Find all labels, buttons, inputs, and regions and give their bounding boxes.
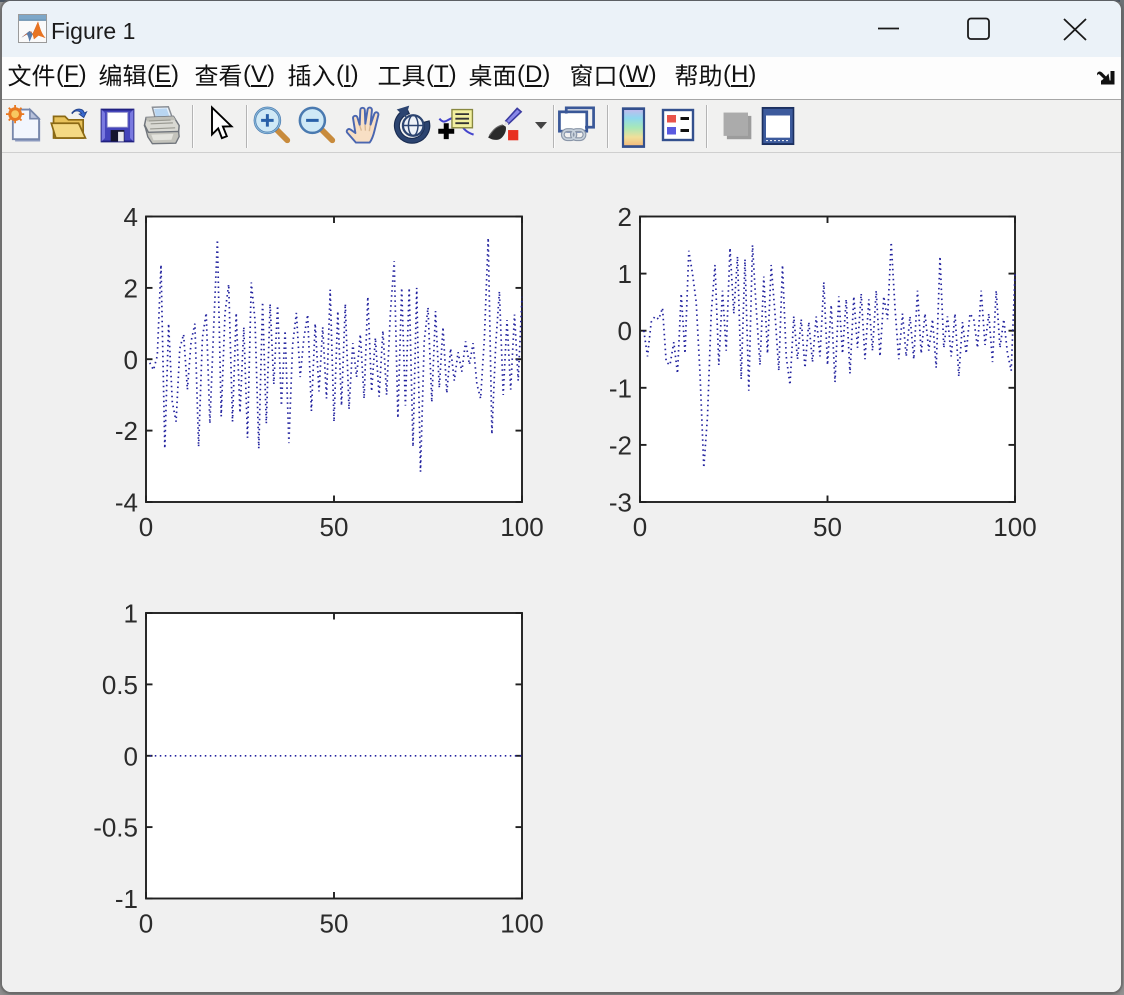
svg-text:4: 4: [124, 202, 138, 232]
svg-text:-1: -1: [115, 884, 138, 914]
svg-text:50: 50: [320, 909, 349, 939]
svg-text:-2: -2: [609, 430, 632, 460]
svg-text:-3: -3: [609, 488, 632, 518]
svg-text:100: 100: [993, 512, 1036, 542]
svg-text:-0.5: -0.5: [93, 813, 138, 843]
svg-text:1: 1: [618, 259, 632, 289]
svg-text:0: 0: [139, 512, 153, 542]
svg-text:1: 1: [124, 599, 138, 629]
svg-text:0: 0: [139, 909, 153, 939]
svg-text:0: 0: [618, 316, 632, 346]
svg-text:-2: -2: [115, 416, 138, 446]
svg-text:100: 100: [500, 909, 543, 939]
svg-text:0: 0: [633, 512, 647, 542]
svg-text:0.5: 0.5: [102, 670, 138, 700]
svg-text:50: 50: [813, 512, 842, 542]
svg-text:2: 2: [618, 202, 632, 232]
svg-text:100: 100: [500, 512, 543, 542]
svg-text:-1: -1: [609, 373, 632, 403]
svg-text:0: 0: [124, 345, 138, 375]
svg-text:2: 2: [124, 273, 138, 303]
svg-text:-4: -4: [115, 488, 138, 518]
svg-text:0: 0: [124, 741, 138, 771]
svg-text:50: 50: [320, 512, 349, 542]
